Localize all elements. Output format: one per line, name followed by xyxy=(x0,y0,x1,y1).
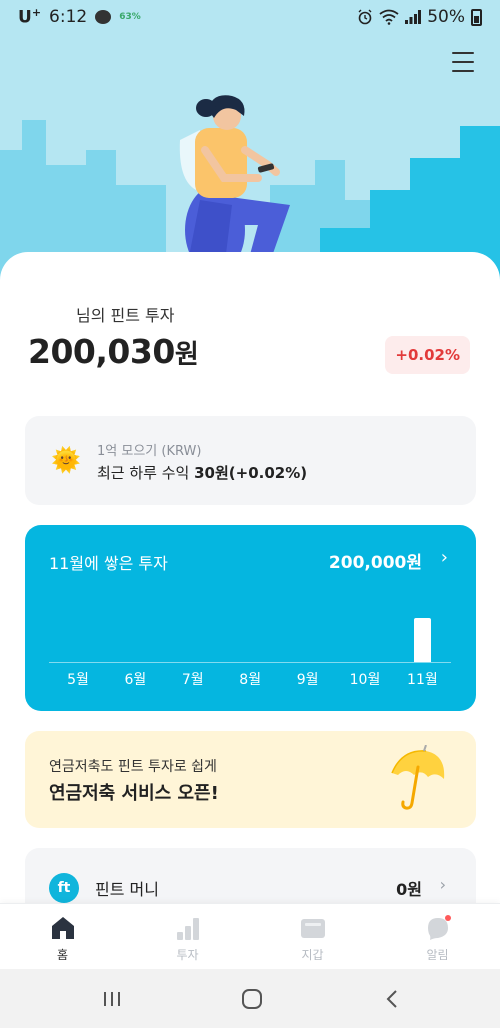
battery-saver-label: 63% xyxy=(119,12,141,22)
portfolio-total: 200,030원 xyxy=(28,332,199,371)
system-nav-bar xyxy=(0,969,500,1028)
promo-subtitle: 연금저축도 핀트 투자로 쉽게 xyxy=(49,759,217,775)
portfolio-owner-label: 님의 핀트 투자 xyxy=(76,306,175,325)
tab-label: 홈 xyxy=(56,948,69,962)
home-nav-button[interactable] xyxy=(238,985,266,1013)
goal-card[interactable]: 🌞 1억 모으기 (KRW) 최근 하루 수익 30원(+0.02%) xyxy=(25,416,476,505)
recent-apps-icon xyxy=(104,992,120,1006)
monthly-title: 11월에 쌓은 투자 xyxy=(49,554,168,573)
home-icon xyxy=(51,917,74,939)
goal-title: 1억 모으기 (KRW) xyxy=(97,444,202,459)
menu-button[interactable] xyxy=(452,52,474,72)
hero-illustration xyxy=(0,0,500,290)
battery-icon xyxy=(471,8,482,26)
sun-emoji-icon: 🌞 xyxy=(51,446,81,474)
goal-daily-return: 최근 하루 수익 30원(+0.02%) xyxy=(97,464,308,482)
tab-label: 지갑 xyxy=(301,948,324,962)
monthly-amount: 200,000원 xyxy=(328,553,422,573)
chevron-right-icon: › xyxy=(439,875,446,894)
month-label: 6월 xyxy=(124,672,147,688)
month-label: 10월 xyxy=(349,672,381,688)
hamburger-icon xyxy=(452,52,474,54)
battery-percent: 50% xyxy=(427,7,465,27)
tab-alerts[interactable]: 알림 xyxy=(375,904,500,970)
month-label: 9월 xyxy=(296,672,319,688)
month-label: 11월 xyxy=(407,672,438,688)
month-label: 7월 xyxy=(181,672,204,688)
alarm-icon xyxy=(358,9,372,25)
status-bar: U+ 6:12 63% 50% xyxy=(0,0,500,34)
clock: 6:12 xyxy=(49,7,88,27)
chart-baseline xyxy=(49,662,451,663)
total-value: 200,030 xyxy=(28,332,175,371)
tab-wallet[interactable]: 지갑 xyxy=(250,904,375,970)
bell-icon xyxy=(427,915,451,940)
carrier-label: U+ xyxy=(18,6,42,28)
back-chevron-icon xyxy=(386,990,397,1008)
change-badge: +0.02% xyxy=(385,336,470,374)
city-runner-illustration xyxy=(0,95,500,290)
month-bar xyxy=(413,618,431,662)
tab-label: 알림 xyxy=(426,948,449,962)
back-button[interactable] xyxy=(378,985,406,1013)
money-amount: 0원 xyxy=(396,880,422,899)
money-label: 핀트 머니 xyxy=(95,880,159,899)
chevron-right-icon: › xyxy=(440,547,448,568)
chat-bubble-icon xyxy=(95,10,112,24)
bottom-tab-bar: 홈 투자 지갑 알림 xyxy=(0,903,500,969)
promo-title: 연금저축 서비스 오픈! xyxy=(49,783,219,804)
fint-logo-icon: ft xyxy=(49,873,79,903)
notification-dot xyxy=(444,915,451,921)
umbrella-icon xyxy=(391,745,445,810)
recent-apps-button[interactable] xyxy=(98,985,126,1013)
total-unit: 원 xyxy=(174,340,199,370)
month-labels: 5월 6월 7월 8월 9월 10월 11월 xyxy=(25,669,476,691)
tab-invest[interactable]: 투자 xyxy=(125,904,250,970)
pension-promo-banner[interactable]: 연금저축도 핀트 투자로 쉽게 연금저축 서비스 오픈! xyxy=(25,731,476,828)
bar-chart-icon xyxy=(176,918,199,940)
wallet-icon xyxy=(300,919,325,938)
tab-label: 투자 xyxy=(176,948,199,962)
monthly-investment-card[interactable]: 11월에 쌓은 투자 200,000원 › 5월 6월 7월 8월 9월 10월 11월 xyxy=(25,525,476,711)
month-label: 5월 xyxy=(67,672,89,688)
wifi-icon xyxy=(379,9,399,25)
runner-figure xyxy=(179,95,290,274)
home-circle-icon xyxy=(242,989,262,1009)
month-label: 8월 xyxy=(239,672,262,688)
signal-icon xyxy=(405,10,422,24)
tab-home[interactable]: 홈 xyxy=(0,904,125,970)
